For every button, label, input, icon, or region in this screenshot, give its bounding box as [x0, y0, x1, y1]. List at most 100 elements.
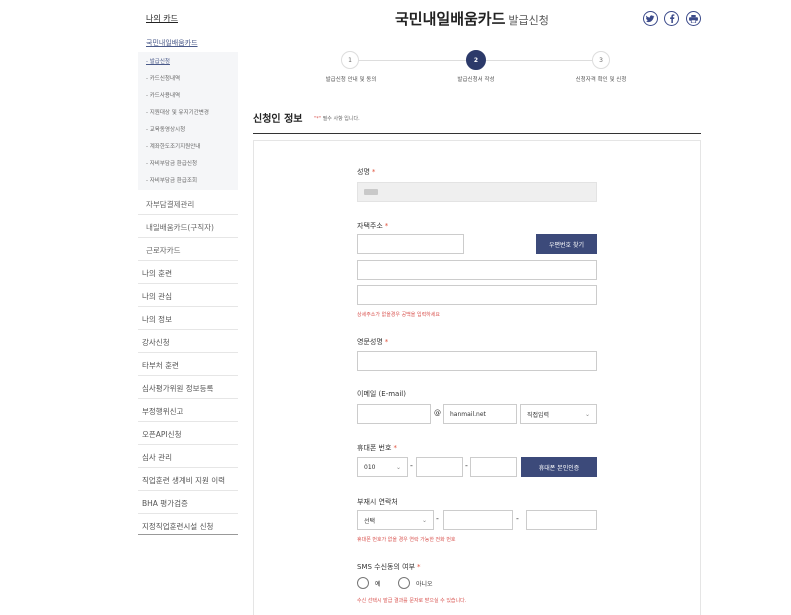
section-title: 신청인 정보 — [253, 114, 303, 125]
sidebar-item-my-info[interactable]: 나의 정보 — [142, 314, 172, 325]
mobile-prefix-select[interactable]: 010 ⌄ — [357, 457, 408, 477]
sidebar-item-usage-history[interactable]: - 카드사용내역 — [146, 91, 180, 99]
mobile-prefix-value: 010 — [364, 463, 376, 471]
sidebar-item-open-api[interactable]: 오픈API신청 — [142, 429, 181, 440]
email-domain-input[interactable]: hanmail.net — [443, 404, 517, 424]
address-help-text: 상세주소가 없을경우 공백을 입력하세요 — [357, 312, 440, 318]
step-2-label: 발급신청서 작성 — [457, 77, 495, 83]
sidebar-item-fraud-report[interactable]: 부정행위신고 — [142, 406, 183, 417]
divider — [138, 375, 238, 376]
sidebar-item-support-change[interactable]: - 지원대상 및 유지기간변경 — [146, 108, 209, 116]
dash: - — [516, 514, 519, 523]
sms-no-radio[interactable] — [398, 577, 410, 589]
step-3-label: 신청자격 확인 및 신청 — [575, 77, 627, 83]
divider — [138, 283, 238, 284]
sidebar-item-jobseeker-card[interactable]: 내일배움카드(구직자) — [146, 222, 214, 233]
address-label-text: 자택주소 — [357, 222, 383, 230]
sidebar-item-edu-video[interactable]: - 교육동영상시청 — [146, 125, 185, 133]
sidebar-item-living-cost-history[interactable]: 직업훈련 생계비 지원 이력 — [142, 475, 225, 486]
email-domain-select-value: 직접입력 — [527, 411, 550, 419]
sidebar-item-my-training[interactable]: 나의 훈련 — [142, 268, 172, 279]
sidebar-item-apply[interactable]: - 발급신청 — [146, 57, 170, 65]
chevron-down-icon: ⌄ — [395, 463, 401, 471]
sms-label-text: SMS 수신동의 여부 — [357, 563, 416, 571]
page-title: 국민내일배움카드 발급신청 — [395, 8, 549, 29]
required-star: * — [384, 338, 389, 346]
sms-label: SMS 수신동의 여부 * — [357, 562, 421, 572]
form-box — [253, 140, 701, 615]
name-label: 성명 * — [357, 167, 375, 177]
sidebar-item-facility-apply[interactable]: 지정직업훈련시설 신청 — [142, 521, 213, 532]
divider — [138, 329, 238, 330]
divider — [138, 421, 238, 422]
mobile-label: 휴대폰 번호 * — [357, 443, 397, 453]
sidebar-item-other-ministry-training[interactable]: 타부처 훈련 — [142, 360, 179, 371]
required-star: * — [417, 563, 421, 571]
email-domain-select[interactable]: 직접입력 ⌄ — [520, 404, 597, 424]
alt-phone-prefix-value: 선택 — [364, 517, 376, 525]
sidebar-item-evaluator-register[interactable]: 심사평가위원 정보등록 — [142, 383, 213, 394]
sidebar-item-instructor-apply[interactable]: 강사신청 — [142, 337, 170, 348]
step-1-label: 발급신청 안내 및 동의 — [325, 77, 377, 83]
required-note-text: 필수 사항 입니다. — [322, 116, 360, 122]
sidebar-item-my-interest[interactable]: 나의 관심 — [142, 291, 172, 302]
page-title-sub: 발급신청 — [508, 14, 549, 27]
facebook-icon[interactable] — [664, 11, 679, 26]
required-star: * — [371, 168, 376, 176]
required-star: * — [393, 444, 397, 452]
sidebar-national-card[interactable]: 국민내일배움카드 — [146, 38, 198, 48]
sidebar-item-review-manage[interactable]: 심사 관리 — [142, 452, 172, 463]
address-label: 자택주소 * — [357, 221, 388, 231]
masked-name — [364, 189, 378, 195]
zip-search-button[interactable]: 우편번호 찾기 — [536, 234, 597, 254]
sidebar-bottom-rule — [138, 534, 238, 535]
address-input[interactable] — [357, 260, 597, 280]
mobile-verify-button[interactable]: 휴대폰 본인인증 — [521, 457, 597, 477]
sidebar-item-bha-eval[interactable]: BHA 평가검증 — [142, 498, 188, 509]
mobile-label-text: 휴대폰 번호 — [357, 444, 392, 452]
sidebar-item-application-history[interactable]: - 카드신청내역 — [146, 74, 180, 82]
dash: - — [465, 461, 468, 470]
alt-phone-last-input[interactable] — [526, 510, 597, 530]
sidebar-item-worker-card[interactable]: 근로자카드 — [146, 245, 181, 256]
email-id-input[interactable] — [357, 404, 431, 424]
mobile-middle-input[interactable] — [416, 457, 463, 477]
sms-yes-label: 예 — [375, 581, 381, 588]
sidebar-item-refund-inquiry[interactable]: - 자비부담금 환급조회 — [146, 176, 197, 184]
email-label: 이메일 (E-mail) — [357, 390, 406, 398]
sidebar-item-early-support[interactable]: - 계좌한도조기지원안내 — [146, 142, 200, 150]
required-star: * — [384, 222, 389, 230]
address-detail-input[interactable] — [357, 285, 597, 305]
divider — [138, 352, 238, 353]
step-2-circle: 2 — [466, 50, 486, 70]
alt-phone-middle-input[interactable] — [443, 510, 513, 530]
step-3-circle: 3 — [592, 51, 610, 69]
name-field — [357, 182, 597, 202]
divider — [138, 306, 238, 307]
alt-phone-help-text: 휴대폰 번호가 없을 경우 연락 가능한 전화 번호 — [357, 537, 456, 543]
sms-help-text: 수신 선택시 발급 결과를 문자로 받으실 수 있습니다. — [357, 598, 467, 604]
mobile-last-input[interactable] — [470, 457, 517, 477]
page-title-main: 국민내일배움카드 — [395, 10, 506, 28]
sidebar-item-refund-apply[interactable]: - 자비부담금 환급신청 — [146, 159, 197, 167]
sms-yes-radio[interactable] — [357, 577, 369, 589]
divider — [138, 214, 238, 215]
eng-name-label: 영문성명 * — [357, 337, 388, 347]
step-1-circle: 1 — [341, 51, 359, 69]
alt-phone-prefix-select[interactable]: 선택 ⌄ — [357, 510, 434, 530]
sms-no-label: 아니오 — [416, 581, 433, 588]
divider — [138, 444, 238, 445]
dash: - — [410, 461, 413, 470]
print-icon[interactable] — [686, 11, 701, 26]
zip-code-input[interactable] — [357, 234, 464, 254]
eng-name-label-text: 영문성명 — [357, 338, 383, 346]
required-note-mark: "*" — [314, 116, 322, 122]
sidebar-item-self-payment[interactable]: 자부담결제관리 — [146, 199, 194, 210]
required-note: "*" 필수 사항 입니다. — [314, 115, 360, 122]
sidebar-submenu — [138, 52, 238, 190]
chevron-down-icon: ⌄ — [584, 410, 590, 418]
twitter-icon[interactable] — [643, 11, 658, 26]
eng-name-input[interactable] — [357, 351, 597, 371]
divider — [138, 237, 238, 238]
sidebar-my-card[interactable]: 나의 카드 — [146, 13, 178, 24]
